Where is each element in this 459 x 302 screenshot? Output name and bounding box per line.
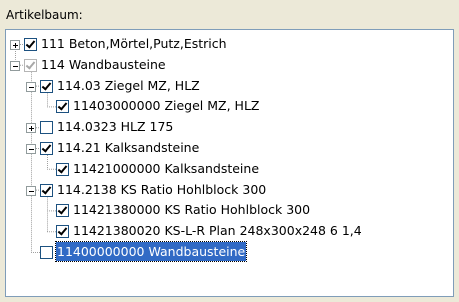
tree-node[interactable]: 11403000000 Ziegel MZ, HLZ bbox=[6, 96, 451, 116]
tree-node-label[interactable]: 111 Beton,Mörtel,Putz,Estrich bbox=[40, 34, 228, 53]
tree-node-label[interactable]: 114.21 Kalksandsteine bbox=[56, 138, 200, 157]
tree-node-label[interactable]: 114.2138 KS Ratio Hohlblock 300 bbox=[56, 180, 267, 199]
checkmark-icon bbox=[57, 225, 68, 236]
checkmark-icon bbox=[57, 100, 68, 111]
node-checkbox[interactable] bbox=[40, 246, 53, 259]
tree-node[interactable]: 11421380020 KS-L-R Plan 248x300x248 6 1,… bbox=[6, 221, 451, 241]
checkmark-icon bbox=[25, 38, 36, 49]
artikelbaum-panel: Artikelbaum: 111 Beton,Mörtel,Putz,Estri… bbox=[0, 0, 459, 302]
checkmark-icon bbox=[25, 59, 36, 70]
tree-node-label[interactable]: 114.0323 HLZ 175 bbox=[56, 117, 174, 136]
collapse-minus-icon[interactable] bbox=[26, 185, 36, 196]
node-checkbox[interactable] bbox=[56, 162, 69, 176]
checkmark-icon bbox=[57, 204, 68, 215]
node-checkbox[interactable] bbox=[40, 121, 53, 135]
expand-plus-icon[interactable] bbox=[10, 40, 20, 50]
tree-node[interactable]: 114.2138 KS Ratio Hohlblock 300 bbox=[6, 180, 451, 200]
tree-node[interactable]: 114.03 Ziegel MZ, HLZ bbox=[6, 76, 451, 96]
panel-label: Artikelbaum: bbox=[6, 8, 83, 22]
collapse-minus-icon[interactable] bbox=[26, 144, 36, 154]
node-checkbox[interactable] bbox=[56, 225, 69, 239]
checkmark-icon bbox=[41, 142, 52, 153]
tree-node[interactable]: 114 Wandbausteine bbox=[6, 55, 451, 75]
node-checkbox[interactable] bbox=[40, 79, 53, 93]
checkmark-icon bbox=[41, 184, 52, 195]
tree-node-label[interactable]: 11421000000 Kalksandsteine bbox=[72, 159, 260, 178]
collapse-minus-icon[interactable] bbox=[26, 81, 36, 92]
node-checkbox[interactable] bbox=[24, 38, 37, 51]
checkmark-icon bbox=[57, 163, 68, 174]
tree-node-label[interactable]: 11400000000 Wandbausteine bbox=[54, 241, 248, 262]
collapse-minus-icon[interactable] bbox=[10, 60, 20, 71]
tree-node[interactable]: 11421000000 Kalksandsteine bbox=[6, 159, 451, 179]
tree-node-label[interactable]: 114 Wandbausteine bbox=[40, 55, 167, 74]
tree-node[interactable]: 114.21 Kalksandsteine bbox=[6, 138, 451, 158]
node-checkbox[interactable] bbox=[40, 183, 53, 197]
tree-node[interactable]: 114.0323 HLZ 175 bbox=[6, 117, 451, 137]
node-checkbox[interactable] bbox=[56, 100, 69, 114]
tree-node-label[interactable]: 11403000000 Ziegel MZ, HLZ bbox=[72, 96, 260, 115]
tree-node-label[interactable]: 114.03 Ziegel MZ, HLZ bbox=[56, 76, 201, 95]
tree-node-label[interactable]: 11421380000 KS Ratio Hohlblock 300 bbox=[72, 200, 311, 219]
checkmark-icon bbox=[41, 80, 52, 91]
artikel-tree[interactable]: 111 Beton,Mörtel,Putz,Estrich 114 Wandbau… bbox=[5, 29, 454, 297]
tree-node[interactable]: 11400000000 Wandbausteine bbox=[6, 241, 451, 262]
node-checkbox[interactable] bbox=[24, 58, 37, 72]
tree-node[interactable]: 111 Beton,Mörtel,Putz,Estrich bbox=[6, 34, 451, 54]
tree-node-label[interactable]: 11421380020 KS-L-R Plan 248x300x248 6 1,… bbox=[72, 221, 363, 240]
node-checkbox[interactable] bbox=[40, 142, 53, 155]
tree-node[interactable]: 11421380000 KS Ratio Hohlblock 300 bbox=[6, 200, 451, 220]
node-checkbox[interactable] bbox=[56, 204, 69, 218]
expand-plus-icon[interactable] bbox=[26, 123, 36, 134]
